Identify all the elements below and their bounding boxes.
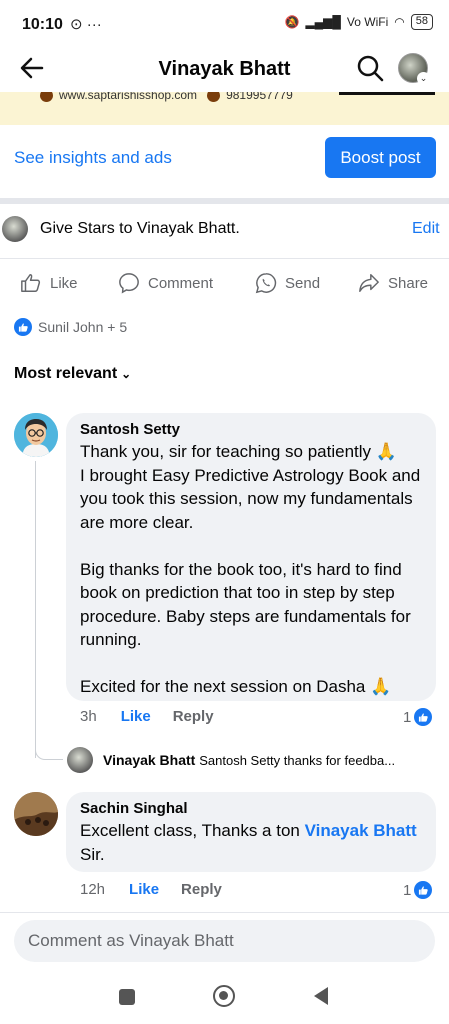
mute-icon: 🔕 [284, 15, 300, 29]
share-arrow-icon [359, 274, 379, 292]
reactions-text: Sunil John + 5 [38, 319, 128, 335]
share-label: Share [388, 274, 429, 292]
app-header: Vinayak Bhatt ⌄ [0, 46, 449, 92]
thumbs-up-icon [21, 274, 41, 292]
battery-icon: 58 [410, 14, 433, 30]
comment-button[interactable]: Comment [118, 272, 213, 294]
comment-author[interactable]: Sachin Singhal [80, 800, 424, 817]
avatar[interactable] [14, 792, 58, 836]
status-time: 10:10 [22, 16, 63, 33]
globe-icon [40, 92, 53, 103]
comment-text-start: Excellent class, Thanks a ton [80, 821, 305, 840]
phone-icon [207, 92, 221, 103]
banner-line [339, 92, 435, 95]
comment-text: Thank you, sir for teaching so patiently… [80, 442, 421, 696]
give-stars-text[interactable]: Give Stars to Vinayak Bhatt. [40, 220, 240, 238]
avatar[interactable] [14, 413, 58, 457]
system-nav-bar [0, 975, 449, 1024]
thread-connector [35, 740, 63, 760]
reply-preview[interactable]: Vinayak Bhatt Santosh Setty thanks for f… [103, 752, 438, 768]
reactions-summary[interactable]: Sunil John + 5 [14, 318, 127, 336]
thread-line [35, 461, 36, 758]
comment-text: Excellent class, Thanks a ton Vinayak Bh… [80, 819, 424, 866]
like-label: Like [50, 274, 78, 292]
like-button[interactable]: Like [20, 272, 78, 294]
cartoon-avatar-icon [14, 413, 58, 457]
comment-like-count[interactable]: 1 [403, 708, 433, 726]
comment-like-button[interactable]: Like [129, 881, 159, 898]
search-icon[interactable] [356, 54, 384, 82]
banner-phone: 9819957779 [226, 92, 293, 102]
photo-avatar-icon [14, 792, 58, 836]
comment-meta: 12h Like Reply [80, 881, 222, 898]
comment-reply-button[interactable]: Reply [181, 881, 222, 898]
comment-meta: 3h Like Reply [80, 708, 214, 725]
like-count-number: 1 [403, 881, 412, 899]
banner-website: www.saptarishisshop.com [59, 92, 198, 102]
send-button[interactable]: Send [255, 272, 320, 294]
comment-icon [119, 273, 139, 294]
reply-author: Vinayak Bhatt [103, 752, 196, 768]
divider [0, 258, 449, 259]
stars-avatar [2, 216, 28, 242]
comment-label: Comment [148, 274, 214, 292]
home-icon[interactable] [213, 985, 235, 1007]
comment-time: 3h [80, 708, 97, 725]
comment-author[interactable]: Santosh Setty [80, 421, 424, 438]
chevron-down-icon: ⌄ [417, 72, 430, 85]
composer-divider [0, 912, 449, 913]
notification-icons: ⊙ ··· [70, 16, 102, 33]
status-bar: 10:10 ⊙ ··· 🔕 ▂▄▆█ Vo WiFi ◠ 58 [0, 0, 449, 46]
section-divider [0, 198, 449, 204]
comment-input[interactable] [14, 920, 435, 962]
sort-dropdown[interactable]: Most relevant ⌄ [14, 365, 131, 383]
share-button[interactable]: Share [358, 272, 428, 294]
comment-like-button[interactable]: Like [121, 708, 151, 725]
profile-avatar[interactable]: ⌄ [398, 53, 430, 85]
comment-time: 12h [80, 881, 106, 898]
back-triangle-icon[interactable] [314, 987, 328, 1005]
like-reaction-icon [414, 881, 433, 899]
wifi-icon: ◠ [394, 15, 405, 29]
edit-button[interactable]: Edit [412, 220, 440, 238]
comment-like-count[interactable]: 1 [403, 881, 433, 899]
comment-bubble[interactable]: Sachin Singhal Excellent class, Thanks a… [66, 792, 436, 872]
recents-icon[interactable] [119, 989, 135, 1005]
mention-link[interactable]: Vinayak Bhatt [305, 821, 417, 840]
comment-text-end: Sir. [80, 844, 105, 864]
whatsapp-icon [255, 273, 277, 294]
signal-icon: ▂▄▆█ [305, 15, 341, 29]
like-reaction-icon [414, 708, 433, 726]
reply-text: Santosh Setty thanks for feedba... [199, 753, 396, 768]
comment-bubble[interactable]: Santosh Setty Thank you, sir for teachin… [66, 413, 436, 701]
boost-post-button[interactable]: Boost post [325, 137, 436, 178]
chevron-down-icon: ⌄ [121, 367, 132, 381]
like-count-number: 1 [403, 708, 412, 726]
status-right-icons: 🔕 ▂▄▆█ Vo WiFi ◠ 58 [284, 14, 433, 30]
banner-contact: www.saptarishisshop.com 9819957779 [40, 92, 293, 103]
reply-avatar[interactable] [67, 747, 93, 773]
like-reaction-icon [14, 318, 32, 336]
comment-reply-button[interactable]: Reply [173, 708, 214, 725]
post-action-bar: Like Comment Send Share [0, 272, 449, 302]
post-image-strip: www.saptarishisshop.com 9819957779 [0, 92, 449, 125]
vowifi-label: Vo WiFi [346, 15, 389, 29]
send-label: Send [285, 274, 321, 292]
sort-label: Most relevant [14, 365, 118, 382]
see-insights-link[interactable]: See insights and ads [14, 148, 172, 168]
